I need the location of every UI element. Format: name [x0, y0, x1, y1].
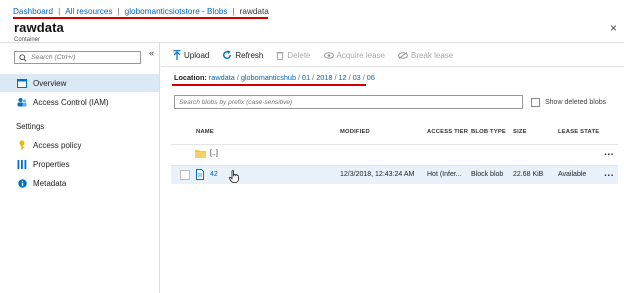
location-path: Location: rawdata / globomanticshub / 01…: [174, 73, 375, 82]
hand-cursor-icon: [228, 170, 239, 185]
breadcrumb-separator: |: [117, 6, 120, 16]
location-segment[interactable]: 12: [338, 73, 346, 82]
access-tier: Hot (Infer...: [427, 171, 462, 178]
close-icon[interactable]: ×: [610, 21, 617, 35]
sidebar-item-properties[interactable]: Properties: [0, 155, 159, 173]
location-label: Location:: [174, 73, 207, 82]
more-options-button[interactable]: ...: [604, 168, 614, 179]
table-row[interactable]: [..] ...: [171, 144, 618, 163]
delete-label: Delete: [287, 50, 311, 60]
annotation-underline-breadcrumb: [13, 17, 268, 19]
show-deleted-label: Show deleted blobs: [545, 99, 607, 106]
column-header-access-tier[interactable]: ACCESS TIER: [427, 129, 468, 135]
blob-search-placeholder: Search blobs by prefix (case-sensitive): [179, 98, 293, 106]
column-header-lease-state[interactable]: LEASE STATE: [558, 129, 599, 135]
checkbox[interactable]: [531, 98, 540, 107]
more-options-button[interactable]: ...: [604, 147, 614, 158]
delete-button[interactable]: Delete: [276, 50, 311, 60]
file-icon: [196, 169, 204, 182]
breadcrumb: Dashboard | All resources | globomantics…: [13, 5, 269, 17]
breadcrumb-separator: |: [232, 6, 235, 16]
location-separator: /: [334, 73, 337, 82]
show-deleted-checkbox[interactable]: Show deleted blobs: [531, 98, 606, 107]
sidebar-item-label: Access policy: [33, 140, 82, 150]
break-lease-label: Break lease: [410, 50, 454, 60]
location-segment[interactable]: 2018: [316, 73, 332, 82]
location-segment[interactable]: globomanticshub: [241, 73, 296, 82]
sidebar-search-input[interactable]: Search (Ctrl+/): [14, 51, 141, 64]
divider: [161, 66, 624, 67]
location-segment[interactable]: 06: [367, 73, 375, 82]
sidebar-item-metadata[interactable]: Metadata: [0, 174, 159, 192]
column-header-blob-type[interactable]: BLOB TYPE: [471, 129, 506, 135]
upload-label: Upload: [184, 50, 210, 60]
column-header-name[interactable]: NAME: [196, 129, 214, 135]
overview-icon: [17, 78, 27, 88]
acquire-lease-button[interactable]: Acquire lease: [323, 50, 385, 60]
folder-icon: [195, 149, 206, 160]
break-lease-icon: [397, 51, 408, 59]
toolbar: Upload Refresh Delete Acquire lease Brea…: [173, 50, 466, 60]
refresh-icon: [222, 50, 232, 60]
sidebar-item-label: Access Control (IAM): [33, 97, 109, 107]
sidebar-item-access-policy[interactable]: Access policy: [0, 136, 159, 154]
column-header-modified[interactable]: MODIFIED: [340, 129, 370, 135]
location-separator: /: [362, 73, 365, 82]
refresh-label: Refresh: [235, 50, 264, 60]
breadcrumb-current: rawdata: [239, 6, 269, 16]
blob-search-input[interactable]: Search blobs by prefix (case-sensitive): [174, 95, 523, 109]
breadcrumb-separator: |: [58, 6, 61, 16]
location-separator: /: [298, 73, 301, 82]
breadcrumb-dashboard[interactable]: Dashboard: [13, 7, 53, 16]
sidebar-search-placeholder: Search (Ctrl+/): [31, 54, 76, 61]
sidebar: Search (Ctrl+/) « Overview Access Contro…: [0, 43, 160, 293]
page-title: rawdata: [14, 20, 64, 35]
column-header-size[interactable]: SIZE: [513, 129, 527, 135]
key-icon: [17, 140, 27, 150]
sidebar-item-label: Metadata: [33, 178, 67, 188]
info-icon: [17, 178, 27, 188]
main-content: Upload Refresh Delete Acquire lease Brea…: [161, 43, 624, 293]
sidebar-section-settings: Settings: [16, 122, 45, 131]
blob-name[interactable]: 42: [210, 171, 218, 178]
sidebar-item-overview[interactable]: Overview: [0, 74, 159, 92]
blob-size: 22.68 KiB: [513, 171, 544, 178]
location-segment[interactable]: 03: [353, 73, 361, 82]
breadcrumb-storage-blobs[interactable]: globomanticsiotstore - Blobs: [125, 7, 228, 16]
location-separator: /: [236, 73, 239, 82]
break-lease-button[interactable]: Break lease: [397, 50, 454, 60]
blob-type: Block blob: [471, 171, 504, 178]
upload-icon: [173, 50, 181, 60]
sidebar-item-label: Properties: [33, 159, 70, 169]
annotation-underline-location: [172, 84, 366, 86]
lease-icon: [323, 51, 334, 59]
lease-state: Available: [558, 171, 587, 178]
acquire-lease-label: Acquire lease: [336, 50, 385, 60]
upload-button[interactable]: Upload: [173, 50, 209, 60]
table-row[interactable]: 42 12/3/2018, 12:43:24 AM Hot (Infer... …: [171, 165, 618, 184]
refresh-button[interactable]: Refresh: [222, 50, 263, 60]
location-separator: /: [312, 73, 315, 82]
properties-icon: [17, 159, 27, 169]
delete-icon: [276, 51, 284, 60]
sidebar-item-access-control[interactable]: Access Control (IAM): [0, 93, 159, 111]
modified-date: 12/3/2018, 12:43:24 AM: [340, 171, 415, 178]
sidebar-item-label: Overview: [33, 78, 67, 88]
location-segment[interactable]: rawdata: [209, 73, 235, 82]
location-segment[interactable]: 01: [302, 73, 310, 82]
page-header: rawdata Container: [14, 20, 64, 43]
collapse-sidebar-button[interactable]: «: [149, 48, 154, 58]
search-icon: [19, 53, 27, 62]
iam-icon: [17, 97, 27, 107]
row-checkbox[interactable]: [180, 170, 190, 180]
blob-name[interactable]: [..]: [210, 150, 218, 157]
location-separator: /: [348, 73, 351, 82]
breadcrumb-all-resources[interactable]: All resources: [65, 7, 112, 16]
